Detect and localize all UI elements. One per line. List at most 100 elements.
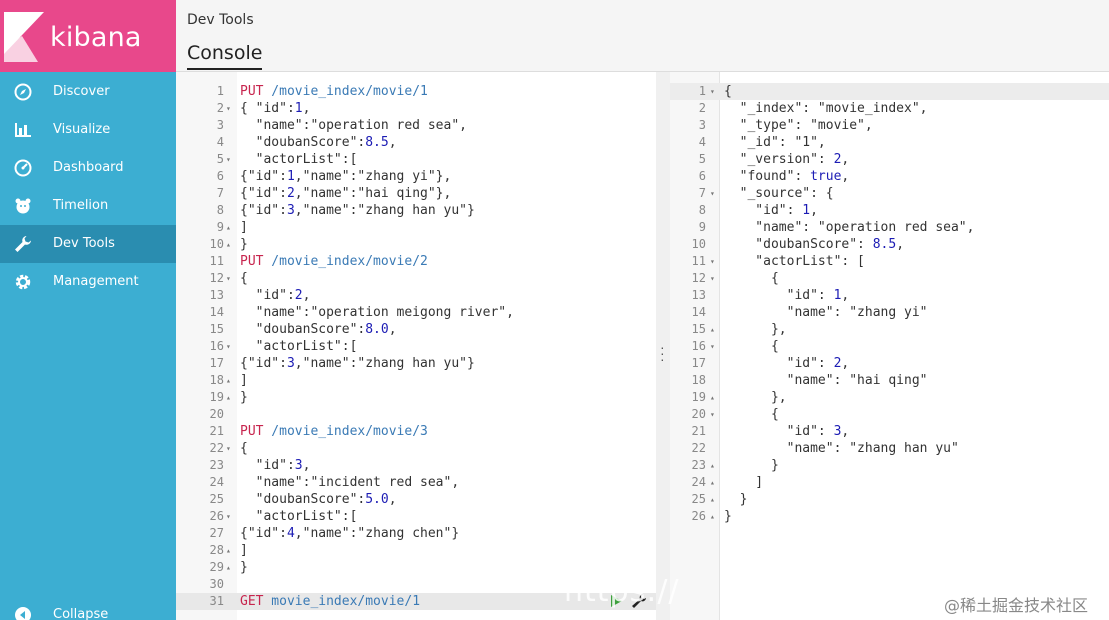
code-text: "name": "operation red sea", (724, 219, 974, 236)
sidebar-item-dev-tools[interactable]: Dev Tools (0, 225, 176, 263)
code-token: { "id": (240, 101, 295, 116)
code-text: } (724, 491, 748, 508)
fold-toggle-icon[interactable]: ▾ (226, 270, 231, 287)
code-token: 8.0 (365, 322, 389, 337)
code-token: { (724, 271, 779, 286)
fold-toggle-icon[interactable]: ▾ (226, 100, 231, 117)
code-line: 1 PUT /movie_index/movie/1 (176, 83, 656, 100)
code-text: "id":3, (240, 457, 311, 474)
fold-toggle-icon[interactable]: ▾ (710, 253, 715, 270)
fold-toggle-icon[interactable]: ▴ (710, 457, 715, 474)
fold-toggle-icon[interactable]: ▾ (226, 508, 231, 525)
code-line: 16 ▾ "actorList":[ (176, 338, 656, 355)
fold-toggle-icon[interactable]: ▴ (226, 236, 231, 253)
sidebar-item-discover[interactable]: Discover (0, 73, 176, 111)
code-text: "_type": "movie", (724, 117, 873, 134)
sidebar-item-dashboard[interactable]: Dashboard (0, 149, 176, 187)
code-token: "_id": "1", (724, 135, 826, 150)
code-line: 13 "id": 1, (670, 287, 1109, 304)
timelion-icon (15, 198, 31, 214)
sidebar-item-management[interactable]: Management (0, 263, 176, 301)
fold-toggle-icon[interactable]: ▾ (710, 270, 715, 287)
code-line: 24 ▴ ] (670, 474, 1109, 491)
code-token: 8.5 (365, 135, 389, 150)
code-token: "actorList":[ (240, 152, 358, 167)
code-token: "_source": { (724, 186, 834, 201)
code-text: }, (724, 389, 787, 406)
fold-toggle-icon[interactable]: ▾ (710, 406, 715, 423)
fold-toggle-icon[interactable]: ▴ (226, 542, 231, 559)
fold-toggle-icon[interactable]: ▴ (226, 219, 231, 236)
line-number: 19 (691, 390, 706, 404)
code-token: /movie_index/movie/2 (263, 254, 428, 269)
code-token: , (810, 203, 818, 218)
code-line: 17 "id": 2, (670, 355, 1109, 372)
code-text: "actorList": [ (724, 253, 865, 270)
fold-toggle-icon[interactable]: ▾ (226, 338, 231, 355)
code-line: 27 {"id":4,"name":"zhang chen"} (176, 525, 656, 542)
code-token: "name": "hai qing" (724, 373, 928, 388)
code-token: "_index": "movie_index", (724, 101, 928, 116)
sidebar-item-timelion[interactable]: Timelion (0, 187, 176, 225)
fold-toggle-icon[interactable]: ▴ (226, 372, 231, 389)
code-line: 19 ▴} (176, 389, 656, 406)
code-text: "id": 1, (724, 287, 850, 304)
fold-toggle-icon[interactable]: ▾ (226, 151, 231, 168)
line-number: 22 (691, 441, 706, 455)
line-number: 25 (691, 492, 706, 506)
code-token: ] (240, 543, 248, 558)
code-line: 18 "name": "hai qing" (670, 372, 1109, 389)
fold-toggle-icon[interactable]: ▴ (710, 508, 715, 525)
code-text: { (724, 338, 779, 355)
code-line: 20 (176, 406, 656, 423)
fold-toggle-icon[interactable]: ▴ (226, 389, 231, 406)
pane-resize-handle[interactable]: · · · (656, 72, 670, 620)
line-number: 6 (698, 169, 706, 183)
line-number: 25 (209, 492, 224, 506)
response-viewer[interactable]: 1 ▾{2 "_index": "movie_index", 3 "_type": … (670, 72, 1109, 620)
code-token: PUT (240, 84, 264, 99)
fold-toggle-icon[interactable]: ▴ (226, 559, 231, 576)
code-token: ,"name":"zhang han yu"} (294, 203, 475, 218)
sidebar-collapse-button[interactable]: Collapse (0, 596, 176, 620)
code-text: "doubanScore":5.0, (240, 491, 397, 508)
sidebar-item-label: Visualize (53, 122, 111, 137)
code-line: 21 PUT /movie_index/movie/3 (176, 423, 656, 440)
fold-toggle-icon[interactable]: ▴ (710, 474, 715, 491)
gear-icon (15, 274, 31, 290)
code-token: } (240, 390, 248, 405)
code-token: { (240, 271, 248, 286)
code-text: } (724, 457, 779, 474)
code-token: , (841, 288, 850, 303)
code-token: "name":"incident red sea", (240, 475, 460, 490)
fold-toggle-icon[interactable]: ▾ (710, 338, 715, 355)
line-number: 14 (691, 305, 706, 319)
code-text: GET movie_index/movie/1 (240, 593, 420, 610)
code-line: 1 ▾ { (670, 83, 1109, 100)
code-token: , (302, 101, 311, 116)
fold-toggle-icon[interactable]: ▾ (226, 440, 231, 457)
code-token: "doubanScore": (240, 492, 366, 507)
code-token: "doubanScore": (240, 135, 366, 150)
line-number: 27 (209, 526, 224, 540)
kibana-logo[interactable]: kibana (0, 0, 176, 72)
line-number: 11 (691, 254, 706, 268)
fold-toggle-icon[interactable]: ▴ (710, 491, 715, 508)
request-editor[interactable]: 1 PUT /movie_index/movie/1 2 ▾{ "id":1, 3 "n… (176, 72, 656, 620)
code-line: 19 ▴ }, (670, 389, 1109, 406)
code-token: } (724, 509, 732, 524)
sidebar: kibana Discover Visualize Dashboard Time… (0, 0, 176, 620)
tab-console[interactable]: Console (187, 42, 263, 70)
line-number: 30 (209, 577, 224, 591)
line-number: 29 (209, 560, 224, 574)
code-line: 21 "id": 3, (670, 423, 1109, 440)
code-line: 11 ▾ "actorList": [ (670, 253, 1109, 270)
code-text: "id": 3, (724, 423, 850, 440)
fold-toggle-icon[interactable]: ▾ (710, 83, 715, 100)
fold-toggle-icon[interactable]: ▾ (710, 185, 715, 202)
fold-toggle-icon[interactable]: ▴ (710, 389, 715, 406)
sidebar-item-visualize[interactable]: Visualize (0, 111, 176, 149)
code-text: { (240, 270, 248, 287)
fold-toggle-icon[interactable]: ▴ (710, 321, 715, 338)
code-line: 14 "name":"operation meigong river", (176, 304, 656, 321)
